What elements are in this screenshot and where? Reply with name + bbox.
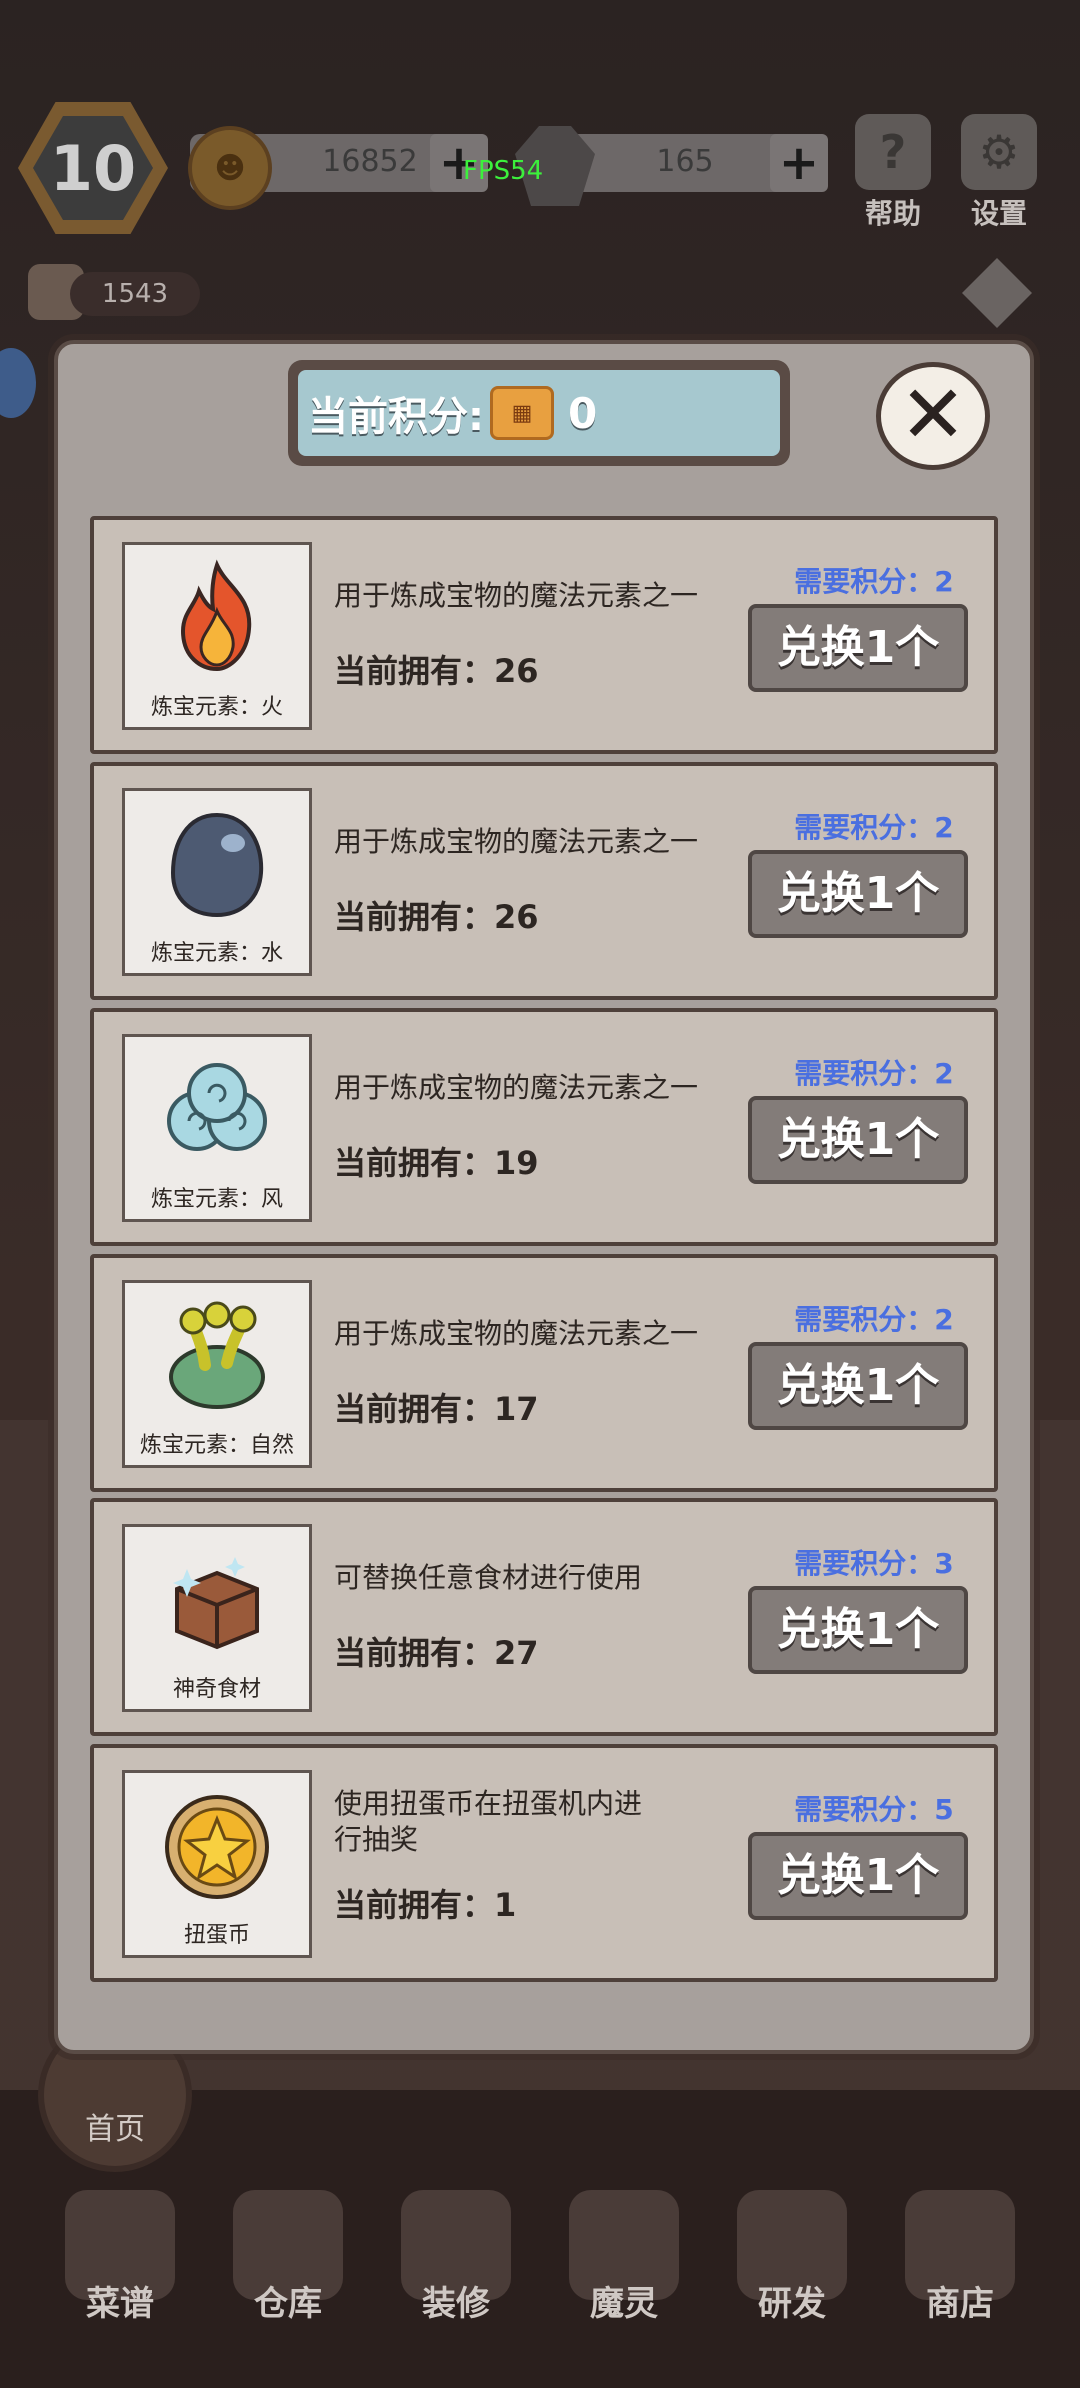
item-description: 用于炼成宝物的魔法元素之一 bbox=[334, 1317, 699, 1350]
gacha-coin-icon bbox=[165, 1795, 269, 1899]
item-owned-count: 当前拥有：1 bbox=[334, 1886, 517, 1924]
exchange-item-magic-ingredient: 神奇食材 可替换任意食材进行使用 当前拥有：27 需要积分：3 兑换1个 bbox=[90, 1498, 998, 1736]
exchange-button[interactable]: 兑换1个 bbox=[748, 604, 968, 692]
fps-counter: FPS54 bbox=[463, 156, 544, 186]
score-value: 0 bbox=[568, 388, 598, 438]
settings-button[interactable]: ⚙ 设置 bbox=[954, 114, 1044, 232]
item-owned-count: 当前拥有：26 bbox=[334, 652, 539, 690]
nav-label: 菜谱 bbox=[86, 2284, 154, 2324]
item-description: 使用扭蛋币在扭蛋机内进行抽奖 bbox=[334, 1787, 643, 1856]
add-gems-button[interactable]: + bbox=[770, 134, 828, 192]
item-name: 炼宝元素：水 bbox=[150, 941, 283, 966]
item-description: 用于炼成宝物的魔法元素之一 bbox=[334, 825, 699, 858]
item-cost: 需要积分：2 bbox=[794, 811, 954, 844]
nav-label: 仓库 bbox=[254, 2284, 322, 2324]
level-badge[interactable]: 10 bbox=[18, 102, 168, 234]
exchange-button[interactable]: 兑换1个 bbox=[748, 1832, 968, 1920]
gem-amount: 165 bbox=[656, 144, 714, 179]
item-owned-count: 当前拥有：27 bbox=[334, 1634, 539, 1672]
nav-label: 装修 bbox=[422, 2284, 490, 2324]
exchange-button[interactable]: 兑换1个 bbox=[748, 850, 968, 938]
nav-label: 魔灵 bbox=[590, 2284, 658, 2324]
current-score-panel: 当前积分: ▦ 0 bbox=[298, 370, 780, 456]
item-cost: 需要积分：3 bbox=[794, 1547, 954, 1580]
item-thumbnail: 神奇食材 bbox=[122, 1524, 312, 1712]
item-name: 扭蛋币 bbox=[183, 1923, 250, 1948]
item-owned-count: 当前拥有：19 bbox=[334, 1144, 539, 1182]
nature-element-icon bbox=[169, 1301, 265, 1409]
nav-decorate[interactable]: 装修 bbox=[396, 2190, 516, 2325]
level-frame: 10 bbox=[18, 102, 168, 234]
nav-warehouse[interactable]: 仓库 bbox=[228, 2190, 348, 2325]
item-owned-count: 当前拥有：26 bbox=[334, 898, 539, 936]
score-label: 当前积分: bbox=[308, 394, 484, 440]
nav-label: 商店 bbox=[926, 2284, 994, 2324]
item-owned-count: 当前拥有：17 bbox=[334, 1390, 539, 1428]
exchange-item-nature: 炼宝元素：自然 用于炼成宝物的魔法元素之一 当前拥有：17 需要积分：2 兑换1… bbox=[90, 1254, 998, 1492]
item-name: 炼宝元素：风 bbox=[150, 1187, 283, 1212]
help-button[interactable]: ? 帮助 bbox=[848, 114, 938, 232]
item-thumbnail: 扭蛋币 bbox=[122, 1770, 312, 1958]
item-thumbnail: 炼宝元素：风 bbox=[122, 1034, 312, 1222]
help-label: 帮助 bbox=[864, 197, 921, 230]
item-description: 可替换任意食材进行使用 bbox=[334, 1561, 643, 1594]
magic-ingredient-crate-icon bbox=[173, 1557, 259, 1650]
item-name: 神奇食材 bbox=[172, 1677, 261, 1702]
ticket-icon: ▦ bbox=[490, 386, 554, 440]
settings-label: 设置 bbox=[970, 197, 1027, 230]
nav-label: 研发 bbox=[758, 2284, 826, 2324]
exchange-button[interactable]: 兑换1个 bbox=[748, 1586, 968, 1674]
nav-spirits[interactable]: 魔灵 bbox=[564, 2190, 684, 2325]
item-cost: 需要积分：2 bbox=[794, 565, 954, 598]
item-description: 用于炼成宝物的魔法元素之一 bbox=[334, 579, 699, 612]
exchange-item-fire: 炼宝元素：火 用于炼成宝物的魔法元素之一 当前拥有：26 需要积分：2 兑换1个 bbox=[90, 516, 998, 754]
item-cost: 需要积分：2 bbox=[794, 1057, 954, 1090]
item-cost: 需要积分：5 bbox=[794, 1793, 954, 1826]
exchange-item-water: 炼宝元素：水 用于炼成宝物的魔法元素之一 当前拥有：26 需要积分：2 兑换1个 bbox=[90, 762, 998, 1000]
nav-research[interactable]: 研发 bbox=[732, 2190, 852, 2325]
item-thumbnail: 炼宝元素：火 bbox=[122, 542, 312, 730]
water-element-icon bbox=[170, 812, 264, 918]
home-label: 首页 bbox=[85, 2112, 145, 2147]
item-description: 用于炼成宝物的魔法元素之一 bbox=[334, 1071, 699, 1104]
item-name: 炼宝元素：自然 bbox=[139, 1433, 294, 1458]
exchange-item-gacha-coin: 扭蛋币 使用扭蛋币在扭蛋机内进行抽奖 当前拥有：1 需要积分：5 兑换1个 bbox=[90, 1744, 998, 1982]
nav-recipes[interactable]: 菜谱 bbox=[60, 2190, 180, 2325]
exchange-item-wind: 炼宝元素：风 用于炼成宝物的魔法元素之一 当前拥有：19 需要积分：2 兑换1个 bbox=[90, 1008, 998, 1246]
close-button[interactable]: ✕ bbox=[876, 362, 990, 470]
fire-element-icon bbox=[180, 559, 252, 672]
exchange-button[interactable]: 兑换1个 bbox=[748, 1342, 968, 1430]
item-name: 炼宝元素：火 bbox=[150, 695, 283, 720]
item-cost: 需要积分：2 bbox=[794, 1303, 954, 1336]
side-count: 1543 bbox=[70, 272, 200, 316]
level-number: 10 bbox=[33, 116, 153, 220]
exchange-button[interactable]: 兑换1个 bbox=[748, 1096, 968, 1184]
help-icon: ? bbox=[855, 114, 931, 190]
item-thumbnail: 炼宝元素：自然 bbox=[122, 1280, 312, 1468]
wind-element-icon bbox=[167, 1063, 267, 1151]
nav-shop[interactable]: 商店 bbox=[900, 2190, 1020, 2325]
gear-icon: ⚙ bbox=[961, 114, 1037, 190]
coin-amount: 16852 bbox=[322, 144, 418, 179]
coin-icon: ☻ bbox=[188, 126, 272, 210]
item-thumbnail: 炼宝元素：水 bbox=[122, 788, 312, 976]
